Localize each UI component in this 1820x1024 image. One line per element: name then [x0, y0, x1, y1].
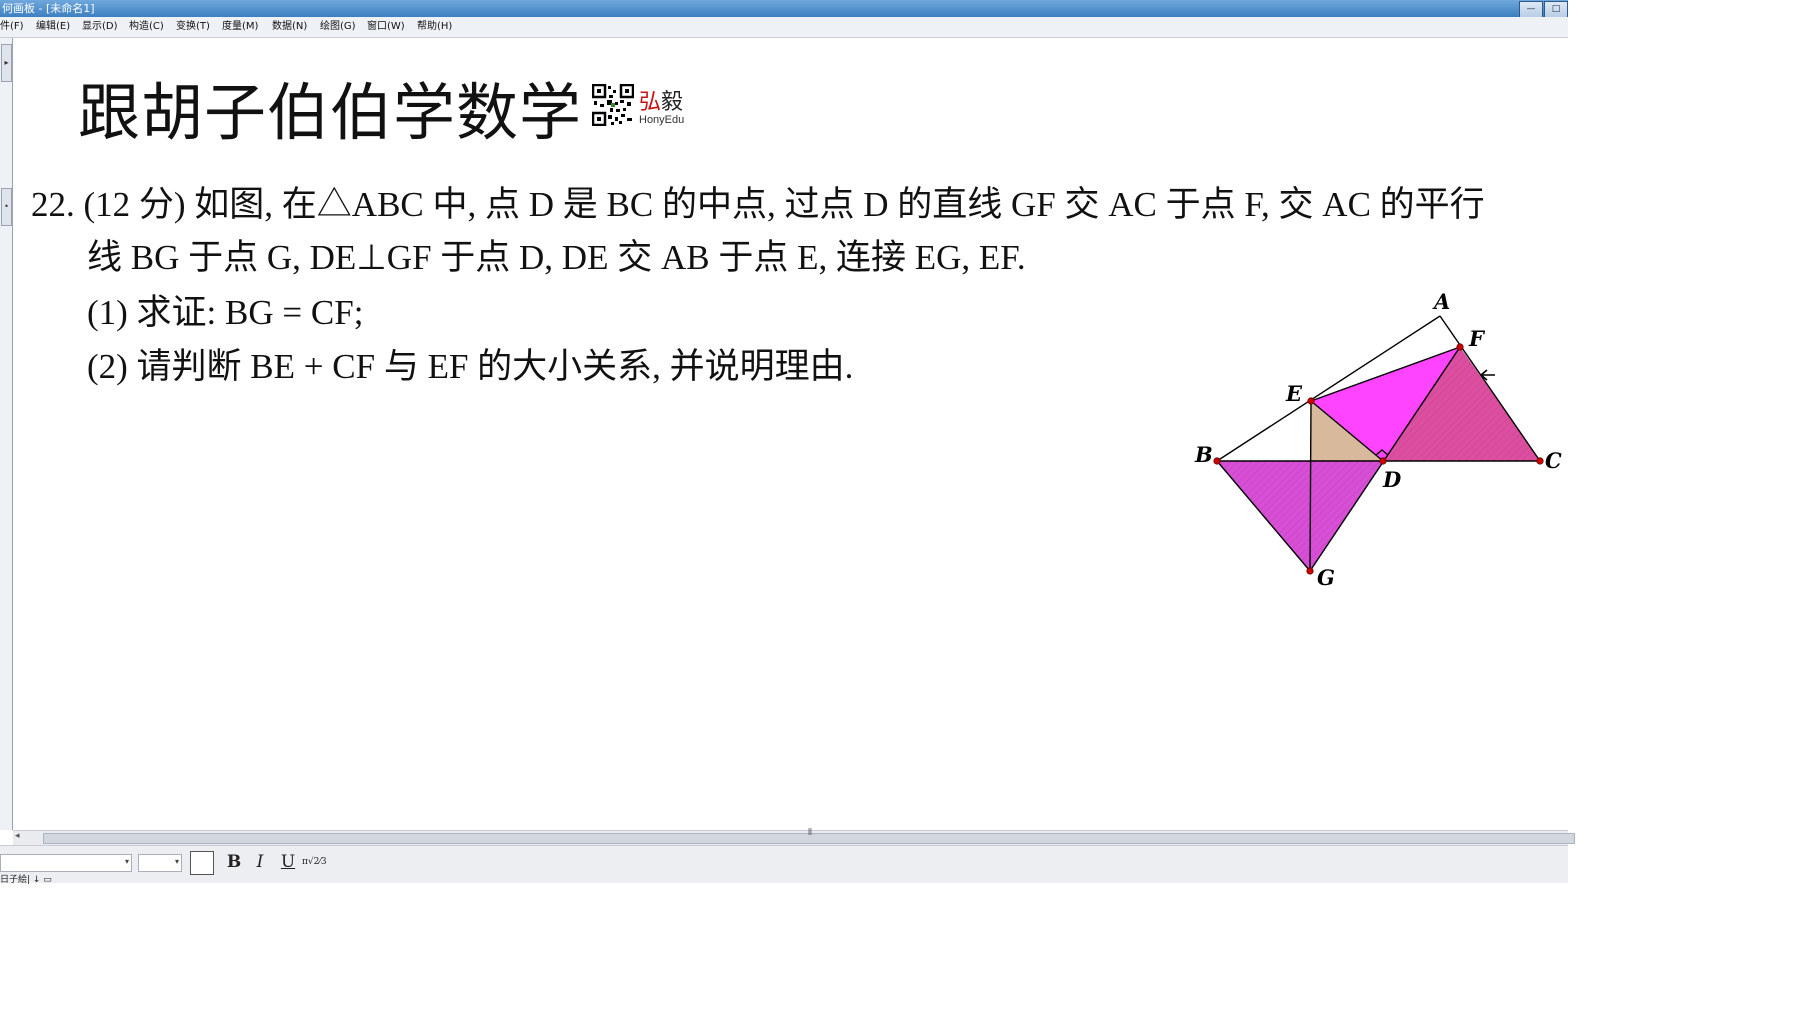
qr-code-icon — [592, 84, 634, 126]
chevron-down-icon: ▾ — [174, 857, 179, 866]
label-g: G — [1317, 565, 1335, 590]
font-size-select[interactable]: ▾ — [138, 854, 182, 872]
menu-edit[interactable]: 编辑(E) — [36, 17, 70, 37]
problem-part-2: (2) 请判断 BE + CF 与 EF 的大小关系, 并说明理由. — [87, 347, 854, 386]
font-family-select[interactable]: ▾ — [0, 854, 132, 872]
menu-measure[interactable]: 度量(M) — [222, 17, 258, 37]
window-controls: — □ — [1518, 0, 1568, 18]
horizontal-scrollbar[interactable]: ◂ ⦀ — [13, 828, 1575, 845]
menu-construct[interactable]: 构造(C) — [129, 17, 164, 37]
problem-line-2: 线 BG 于点 G, DE⊥GF 于点 D, DE 交 AB 于点 E, 连接 … — [87, 238, 1026, 277]
brand-logo-char-2: 毅 — [661, 90, 684, 115]
sketch-canvas[interactable]: 跟胡子伯伯学数学 弘毅 HonyEdu 22. (12 分) 如图, 在△ABC… — [13, 38, 1568, 830]
label-c: C — [1545, 448, 1562, 473]
menu-bar: 文件(F) 编辑(E) 显示(D) 构造(C) 变换(T) 度量(M) 数据(N… — [0, 17, 1568, 38]
menu-transform[interactable]: 变换(T) — [176, 17, 210, 37]
menu-window[interactable]: 窗口(W) — [367, 17, 405, 37]
title-bar: 何画板 - [未命名1] — □ — [0, 0, 1568, 18]
scroll-grip-icon: ⦀ — [808, 828, 812, 838]
maximize-button[interactable]: □ — [1544, 1, 1568, 18]
menu-help[interactable]: 帮助(H) — [417, 17, 452, 37]
text-format-bar: ▾ ▾ B I U π√2⁄3 — [0, 845, 1568, 883]
scroll-left-icon[interactable]: ◂ — [15, 831, 20, 841]
chevron-down-icon: ▾ — [124, 857, 129, 866]
triangle-bgd-hatch — [1217, 461, 1383, 571]
brand-logo: 弘毅 — [639, 84, 683, 116]
underline-button[interactable]: U — [278, 852, 298, 872]
geometry-diagram[interactable]: A F E B C D G — [1183, 283, 1568, 593]
menu-file[interactable]: 文件(F) — [0, 17, 24, 37]
italic-button[interactable]: I — [250, 852, 270, 872]
label-d: D — [1382, 467, 1402, 492]
brand-name: HonyEdu — [639, 114, 685, 126]
status-text: 日子絵| ↓ ▭ — [0, 875, 52, 885]
label-f: F — [1468, 326, 1486, 351]
label-b: B — [1194, 442, 1213, 467]
math-symbol-button[interactable]: π√2⁄3 — [302, 852, 327, 872]
problem-line-1: 22. (12 分) 如图, 在△ABC 中, 点 D 是 BC 的中点, 过点… — [31, 185, 1485, 224]
menu-graph[interactable]: 绘图(G) — [320, 17, 356, 37]
page-heading: 跟胡子伯伯学数学 — [78, 76, 583, 149]
label-e: E — [1285, 381, 1303, 406]
arrow-tool-button[interactable]: ▸ — [1, 44, 12, 82]
window-title: 何画板 - [未命名1] — [2, 2, 95, 15]
menu-display[interactable]: 显示(D) — [82, 17, 118, 37]
left-toolbar: ▸ • — [0, 38, 13, 830]
menu-data[interactable]: 数据(N) — [272, 17, 307, 37]
text-color-button[interactable] — [190, 851, 214, 875]
label-a: A — [1432, 289, 1450, 314]
brand-logo-char-1: 弘 — [639, 90, 662, 115]
minimize-button[interactable]: — — [1519, 1, 1543, 18]
bold-button[interactable]: B — [224, 852, 244, 872]
point-tool-button[interactable]: • — [1, 188, 12, 226]
problem-part-1: (1) 求证: BG = CF; — [87, 293, 364, 332]
